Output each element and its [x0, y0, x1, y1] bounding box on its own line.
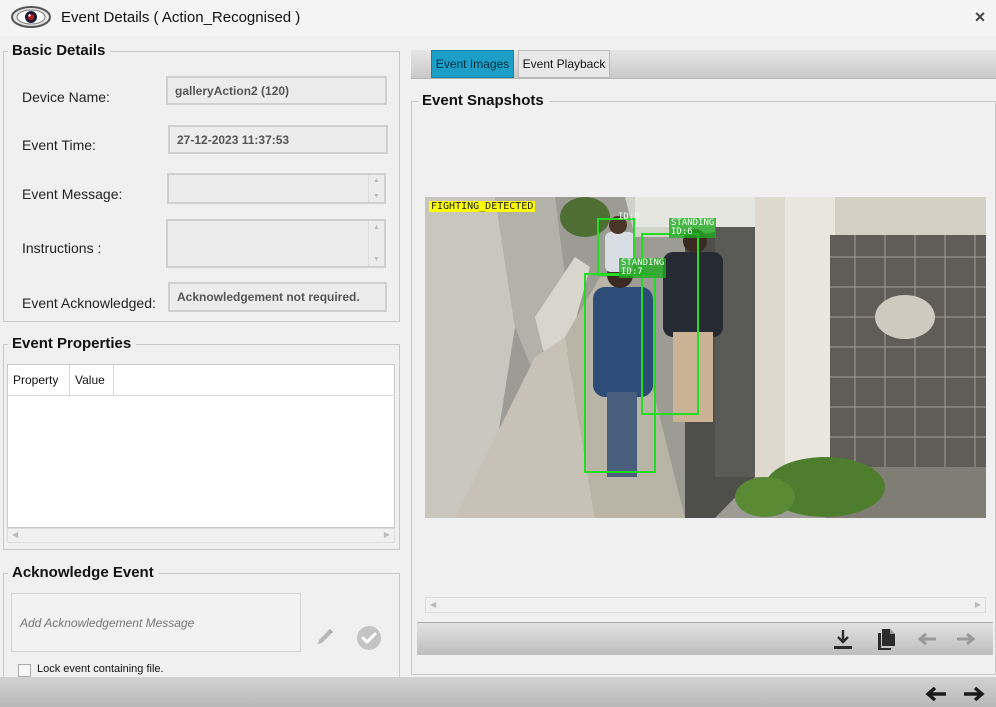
detection-box-id7 [584, 273, 656, 473]
fighting-detected-label: FIGHTING_DETECTED [429, 201, 536, 212]
bottom-bar [0, 677, 996, 707]
scroll-left-arrow[interactable]: ◀ [12, 530, 18, 539]
close-button[interactable]: × [970, 7, 990, 27]
event-time-value: 27-12-2023 11:37:53 [177, 132, 290, 147]
detection-label-id7-id: ID:7 [621, 267, 643, 277]
event-acknowledged-field: Acknowledgement not required. [168, 282, 387, 312]
snapshot-scroll-left-arrow[interactable]: ◀ [430, 600, 436, 609]
download-icon[interactable] [830, 626, 856, 652]
edit-pencil-icon[interactable] [315, 627, 335, 647]
event-snapshot-image[interactable]: FIGHTING_DETECTED ID:9 STANDING ID:6 STA… [425, 197, 986, 518]
instructions-label: Instructions : [22, 240, 102, 256]
event-message-scrollbar[interactable]: ▲ ▼ [368, 175, 384, 202]
snapshot-toolbar [417, 622, 993, 655]
device-name-field: galleryAction2 (120) [166, 76, 387, 105]
event-snapshots-title: Event Snapshots [418, 92, 549, 109]
snapshot-horizontal-scrollbar[interactable]: ◀ ▶ [425, 597, 986, 613]
detection-label-id7: STANDING ID:7 [619, 258, 667, 278]
instructions-field: ▲ ▼ [166, 219, 386, 268]
lock-event-label: Lock event containing file. [37, 663, 164, 675]
cctv-scene [425, 197, 986, 518]
event-properties-horizontal-scrollbar[interactable]: ◀ ▶ [7, 528, 395, 543]
previous-icon[interactable] [914, 626, 940, 652]
title-bar: Event Details ( Action_Recognised ) × [0, 0, 996, 36]
acknowledge-event-title: Acknowledge Event [8, 564, 159, 581]
event-properties-title: Event Properties [8, 335, 137, 352]
lock-event-checkbox[interactable] [18, 664, 31, 677]
detection-label-id6-id: ID:6 [671, 227, 693, 237]
snapshot-scroll-right-arrow[interactable]: ▶ [975, 600, 981, 609]
confirm-check-icon[interactable] [356, 625, 382, 651]
scroll-right-arrow[interactable]: ▶ [384, 530, 390, 539]
column-header-filler [114, 365, 395, 396]
tab-bar: Event Images Event Playback [411, 50, 996, 79]
next-event-icon[interactable] [961, 684, 987, 704]
tab-event-images[interactable]: Event Images [431, 50, 514, 78]
window-title: Event Details ( Action_Recognised ) [61, 9, 301, 26]
detection-label-id9: ID:9 [618, 212, 640, 222]
event-time-label: Event Time: [22, 137, 96, 153]
tab-event-playback[interactable]: Event Playback [518, 50, 610, 78]
event-time-field: 27-12-2023 11:37:53 [168, 125, 388, 154]
event-properties-table: Property Value [7, 364, 395, 528]
device-name-label: Device Name: [22, 89, 110, 105]
copy-icon[interactable] [873, 626, 899, 652]
event-acknowledged-label: Event Acknowledged: [22, 295, 156, 311]
basic-details-title: Basic Details [8, 42, 111, 59]
detection-label-id6: STANDING ID:6 [669, 218, 717, 238]
next-icon[interactable] [953, 626, 979, 652]
instructions-scrollbar[interactable]: ▲ ▼ [368, 221, 384, 266]
previous-event-icon[interactable] [923, 684, 949, 704]
device-name-value: galleryAction2 (120) [175, 83, 290, 98]
eye-icon [11, 6, 51, 28]
event-message-field: ▲ ▼ [167, 173, 386, 204]
column-header-value[interactable]: Value [70, 365, 114, 396]
event-acknowledged-value: Acknowledgement not required. [177, 290, 360, 304]
event-message-label: Event Message: [22, 186, 123, 202]
acknowledgement-message-input[interactable] [11, 593, 301, 652]
column-header-property[interactable]: Property [8, 365, 70, 396]
